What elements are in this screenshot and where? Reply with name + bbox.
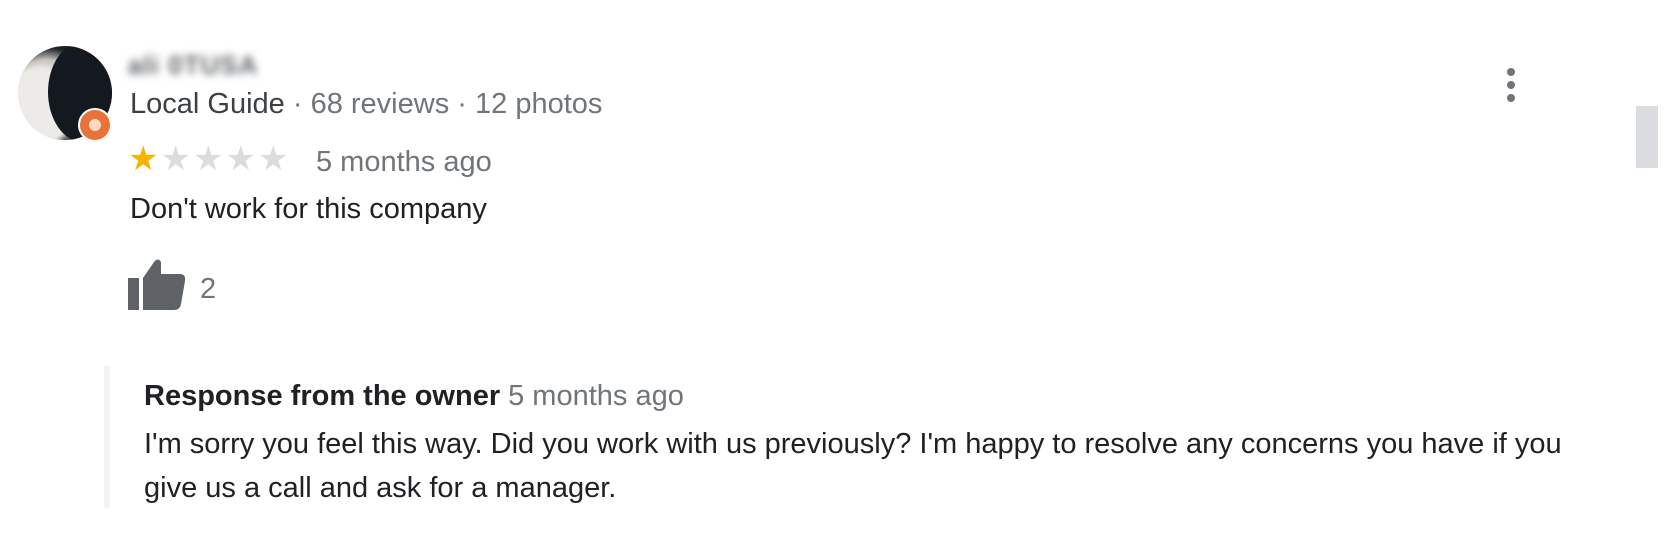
review-text: Don't work for this company	[130, 193, 487, 225]
review-card: ali 0TUSA Local Guide · 68 reviews · 12 …	[0, 0, 1680, 549]
star-empty-icon: ★	[225, 140, 256, 178]
star-filled-icon: ★	[128, 140, 159, 178]
local-guide-badge-icon	[78, 108, 112, 142]
review-time: 5 months ago	[316, 146, 492, 178]
star-rating: ★ ★ ★ ★ ★	[128, 142, 288, 176]
star-empty-icon: ★	[257, 140, 289, 178]
owner-response-text: I'm sorry you feel this way. Did you wor…	[144, 428, 1562, 504]
meta-separator: ·	[457, 88, 467, 120]
owner-response-time: 5 months ago	[508, 380, 684, 412]
author-name[interactable]: ali 0TUSA	[128, 50, 258, 81]
like-count: 2	[200, 273, 217, 305]
star-empty-icon: ★	[192, 140, 224, 178]
reviews-count: 68 reviews	[310, 88, 450, 120]
author-meta: Local Guide · 68 reviews · 12 photos	[130, 88, 602, 121]
thumb-up-icon[interactable]	[128, 258, 188, 312]
local-guide-label: Local Guide	[130, 88, 285, 120]
star-empty-icon: ★	[160, 140, 191, 178]
owner-response-header: Response from the owner 5 months ago	[144, 380, 684, 413]
photos-count: 12 photos	[475, 88, 603, 120]
owner-response: Response from the owner 5 months ago I'm …	[104, 366, 1570, 508]
more-vert-icon[interactable]	[1500, 68, 1522, 108]
scrollbar-thumb[interactable]	[1636, 106, 1658, 168]
owner-response-label: Response from the owner	[144, 380, 501, 412]
meta-separator: ·	[292, 88, 303, 120]
